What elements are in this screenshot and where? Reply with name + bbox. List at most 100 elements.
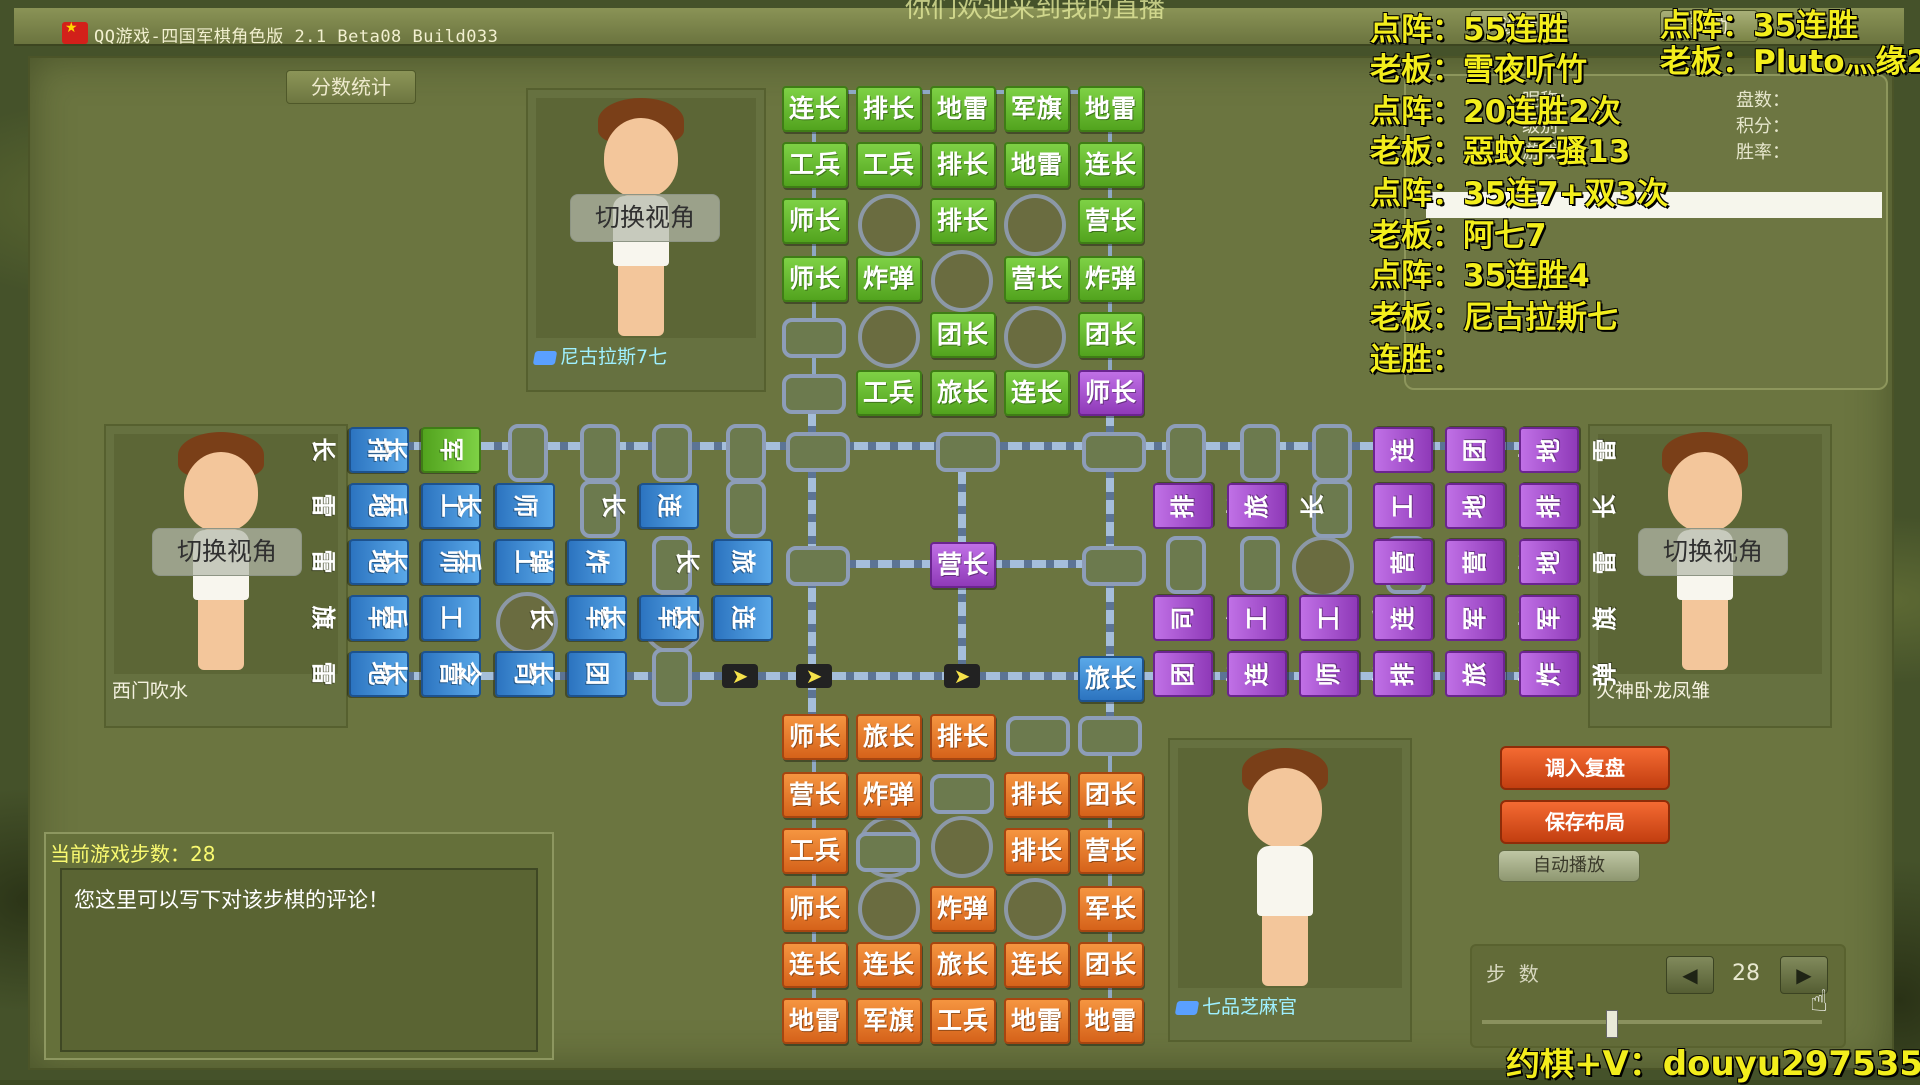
green-piece[interactable]: 炸弹 xyxy=(1078,256,1144,302)
green-piece[interactable]: 连长 xyxy=(782,86,848,132)
blue-piece[interactable]: 旅长 xyxy=(1078,656,1144,702)
move-arrow-icon: ➤ xyxy=(796,664,832,688)
auto-play-button[interactable]: 自动播放 xyxy=(1498,850,1640,882)
orange-piece[interactable]: 营长 xyxy=(1078,828,1144,874)
green-piece[interactable]: 营长 xyxy=(1004,256,1070,302)
orange-piece[interactable]: 旅长 xyxy=(930,942,996,988)
post xyxy=(1082,432,1146,472)
green-piece[interactable]: 排长 xyxy=(930,142,996,188)
green-piece[interactable]: 军旗 xyxy=(1004,86,1070,132)
purple-piece[interactable]: 营长 xyxy=(1445,539,1545,585)
purple-piece[interactable]: 团长 xyxy=(1445,427,1545,473)
blue-piece[interactable]: 旅长 xyxy=(673,539,773,585)
prev-step-button[interactable]: ◀ xyxy=(1666,956,1714,994)
purple-piece[interactable]: 连长 xyxy=(1227,651,1327,697)
green-piece[interactable]: 排长 xyxy=(856,86,922,132)
orange-piece[interactable]: 连长 xyxy=(856,942,922,988)
purple-piece[interactable]: 地雷 xyxy=(1445,483,1545,529)
step-slider-handle[interactable] xyxy=(1606,1010,1618,1038)
green-piece[interactable]: 地雷 xyxy=(1078,86,1144,132)
green-piece[interactable]: 工兵 xyxy=(856,370,922,416)
orange-piece[interactable]: 营长 xyxy=(782,772,848,818)
orange-piece[interactable]: 旅长 xyxy=(856,714,922,760)
purple-piece[interactable]: 工兵 xyxy=(1299,595,1399,641)
blue-piece[interactable]: 连长 xyxy=(673,595,773,641)
green-piece[interactable]: 地雷 xyxy=(1004,142,1070,188)
purple-piece[interactable]: 工兵 xyxy=(1227,595,1327,641)
purple-piece[interactable]: 炸弹 xyxy=(1519,651,1619,697)
purple-piece[interactable]: 军旗 xyxy=(1519,595,1619,641)
score-stats-button[interactable]: 分数统计 xyxy=(286,70,416,104)
orange-piece[interactable]: 师长 xyxy=(782,714,848,760)
orange-piece[interactable]: 工兵 xyxy=(782,828,848,874)
orange-piece[interactable]: 地雷 xyxy=(1078,998,1144,1044)
green-piece[interactable]: 旅长 xyxy=(930,370,996,416)
overlay-line: 点阵：20连胜2次 xyxy=(1370,94,1621,130)
purple-piece[interactable]: 排长 xyxy=(1153,483,1253,529)
blue-piece[interactable]: 师长 xyxy=(455,483,555,529)
green-piece[interactable]: 连长 xyxy=(1004,370,1070,416)
purple-piece[interactable]: 地雷 xyxy=(1519,427,1619,473)
purple-piece[interactable]: 营长 xyxy=(930,542,996,588)
green-piece[interactable]: 排长 xyxy=(930,198,996,244)
green-piece[interactable]: 军长 xyxy=(381,427,481,473)
orange-piece[interactable]: 地雷 xyxy=(1004,998,1070,1044)
green-piece[interactable]: 连长 xyxy=(1078,142,1144,188)
orange-piece[interactable]: 地雷 xyxy=(782,998,848,1044)
comment-textarea[interactable]: 您这里可以写下对该步棋的评论！ xyxy=(60,868,538,1052)
purple-piece[interactable]: 师长 xyxy=(1078,370,1144,416)
blue-piece[interactable]: 工兵 xyxy=(381,595,481,641)
green-piece[interactable]: 炸弹 xyxy=(856,256,922,302)
orange-piece[interactable]: 连长 xyxy=(782,942,848,988)
green-piece[interactable]: 团长 xyxy=(1078,312,1144,358)
green-piece[interactable]: 团长 xyxy=(930,312,996,358)
purple-piece[interactable]: 军长 xyxy=(1445,595,1545,641)
blue-piece[interactable]: 团长 xyxy=(527,651,627,697)
purple-piece[interactable]: 旅长 xyxy=(1445,651,1545,697)
flag-icon xyxy=(62,20,88,44)
green-piece[interactable]: 营长 xyxy=(1078,198,1144,244)
purple-piece[interactable]: 团长 xyxy=(1153,651,1253,697)
green-piece[interactable]: 工兵 xyxy=(856,142,922,188)
comment-text: 您这里可以写下对该步棋的评论！ xyxy=(74,888,389,912)
orange-piece[interactable]: 炸弹 xyxy=(856,772,922,818)
overlay-line: 连胜： xyxy=(1370,342,1463,378)
orange-piece[interactable]: 工兵 xyxy=(930,998,996,1044)
post xyxy=(1240,424,1280,482)
purple-piece[interactable]: 连长 xyxy=(1373,595,1473,641)
orange-piece[interactable]: 团长 xyxy=(1078,942,1144,988)
orange-piece[interactable]: 排长 xyxy=(1004,828,1070,874)
orange-piece[interactable]: 团长 xyxy=(1078,772,1144,818)
purple-piece[interactable]: 地雷 xyxy=(1519,539,1619,585)
save-layout-button[interactable]: 保存布局 xyxy=(1500,800,1670,844)
post xyxy=(782,374,846,414)
load-replay-button[interactable]: 调入复盘 xyxy=(1500,746,1670,790)
purple-piece[interactable]: 营长 xyxy=(1373,539,1473,585)
orange-piece[interactable]: 连长 xyxy=(1004,942,1070,988)
switch-view-button[interactable]: 切换视角 xyxy=(152,528,302,576)
purple-piece[interactable]: 排长 xyxy=(1519,483,1619,529)
switch-view-button[interactable]: 切换视角 xyxy=(1638,528,1788,576)
post xyxy=(786,546,850,586)
orange-piece[interactable]: 军长 xyxy=(1078,886,1144,932)
blue-piece[interactable]: 连长 xyxy=(599,483,699,529)
purple-piece[interactable]: 司令 xyxy=(1153,595,1253,641)
purple-piece[interactable]: 连长 xyxy=(1373,427,1473,473)
orange-piece[interactable]: 军旗 xyxy=(856,998,922,1044)
orange-piece[interactable]: 排长 xyxy=(930,714,996,760)
camp xyxy=(1004,194,1066,256)
orange-piece[interactable]: 师长 xyxy=(782,886,848,932)
blue-piece[interactable]: 炸弹 xyxy=(527,539,627,585)
green-piece[interactable]: 师长 xyxy=(782,198,848,244)
purple-piece[interactable]: 师长 xyxy=(1299,651,1399,697)
green-piece[interactable]: 地雷 xyxy=(930,86,996,132)
vip-diamond-icon xyxy=(1174,1000,1200,1015)
purple-piece[interactable]: 排长 xyxy=(1373,651,1473,697)
purple-piece[interactable]: 旅长 xyxy=(1227,483,1327,529)
orange-piece[interactable]: 炸弹 xyxy=(930,886,996,932)
orange-piece[interactable]: 排长 xyxy=(1004,772,1070,818)
switch-view-button[interactable]: 切换视角 xyxy=(570,194,720,242)
purple-piece[interactable]: 工兵 xyxy=(1373,483,1473,529)
green-piece[interactable]: 师长 xyxy=(782,256,848,302)
green-piece[interactable]: 工兵 xyxy=(782,142,848,188)
